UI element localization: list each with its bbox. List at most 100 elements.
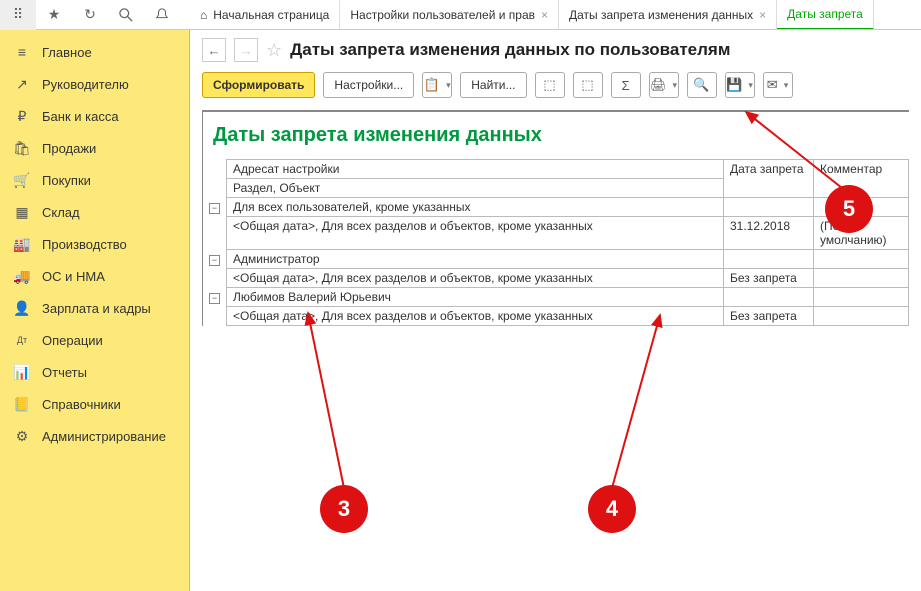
menu-icon: ≡ <box>14 44 30 60</box>
tree-collapse-icon[interactable]: − <box>209 203 220 214</box>
sidebar-item-production[interactable]: 🏭 Производство <box>0 228 189 260</box>
cell-recipient: Любимов Валерий Юрьевич <box>227 288 724 307</box>
tab-label: Настройки пользователей и прав <box>350 8 535 22</box>
gear-icon: ⚙ <box>14 428 30 444</box>
tab-label: Даты запрета <box>787 7 863 21</box>
factory-icon: 🏭 <box>14 236 30 252</box>
sidebar-item-label: Операции <box>42 333 103 348</box>
variants-button[interactable]: 📋 <box>422 72 452 98</box>
cart-icon: 🛒 <box>14 172 30 188</box>
cell-date: Без запрета <box>724 269 814 288</box>
preview-button[interactable]: 🔍 <box>687 72 717 98</box>
cell-comment <box>814 269 909 288</box>
close-icon[interactable]: × <box>759 8 766 22</box>
sum-button[interactable]: Σ <box>611 72 641 98</box>
sidebar-item-manager[interactable]: ↗ Руководителю <box>0 68 189 100</box>
sidebar-item-label: Продажи <box>42 141 96 156</box>
chart-up-icon: ↗ <box>14 76 30 92</box>
table-row[interactable]: <Общая дата>, Для всех разделов и объект… <box>203 217 909 250</box>
table-row[interactable]: <Общая дата>, Для всех разделов и объект… <box>203 307 909 326</box>
main-area: ← → ☆ Даты запрета изменения данных по п… <box>190 30 921 591</box>
annotation-marker-5: 5 <box>825 185 873 233</box>
sidebar-item-label: Банк и касса <box>42 109 119 124</box>
cell-date: 31.12.2018 <box>724 217 814 250</box>
table-header-row: Адресат настройки Дата запрета Комментар <box>203 160 909 179</box>
topbar: ⠿ ★ ↻ ⌂ Начальная страница Настройки пол… <box>0 0 921 30</box>
generate-button[interactable]: Сформировать <box>202 72 315 98</box>
annotation-marker-4: 4 <box>588 485 636 533</box>
sidebar-item-operations[interactable]: Дт Операции <box>0 324 189 356</box>
sidebar-item-label: Производство <box>42 237 127 252</box>
tab-user-settings[interactable]: Настройки пользователей и прав × <box>340 0 559 29</box>
annotation-marker-3: 3 <box>320 485 368 533</box>
cell-recipient: Администратор <box>227 250 724 269</box>
sidebar-item-label: Справочники <box>42 397 121 412</box>
cell-comment <box>814 307 909 326</box>
sidebar-item-sales[interactable]: 🛍Продажи <box>0 132 189 164</box>
sidebar-item-label: Склад <box>42 205 80 220</box>
tab-label: Даты запрета изменения данных <box>569 8 753 22</box>
nav-row: ← → ☆ Даты запрета изменения данных по п… <box>202 38 909 62</box>
close-icon[interactable]: × <box>541 8 548 22</box>
home-icon: ⌂ <box>200 8 207 22</box>
col-header-recipient: Адресат настройки <box>227 160 724 179</box>
topbar-system-buttons: ⠿ ★ ↻ <box>0 0 190 29</box>
boxes-icon: ▦ <box>14 204 30 220</box>
sidebar-item-reports[interactable]: 📊 Отчеты <box>0 356 189 388</box>
tab-label: Начальная страница <box>213 8 329 22</box>
send-button[interactable]: ✉ <box>763 72 793 98</box>
cell-section: <Общая дата>, Для всех разделов и объект… <box>227 269 724 288</box>
sidebar-item-bank[interactable]: ₽ Банк и касса <box>0 100 189 132</box>
tree-collapse-icon[interactable]: − <box>209 293 220 304</box>
table-row[interactable]: <Общая дата>, Для всех разделов и объект… <box>203 269 909 288</box>
toolbar: Сформировать Настройки... 📋 Найти... ⬚ ⬚… <box>202 72 909 98</box>
table-row[interactable]: − Любимов Валерий Юрьевич <box>203 288 909 307</box>
sidebar-item-label: Зарплата и кадры <box>42 301 151 316</box>
sidebar-item-label: Администрирование <box>42 429 166 444</box>
favorite-outline-icon[interactable]: ☆ <box>266 40 282 61</box>
sidebar-item-purchases[interactable]: 🛒Покупки <box>0 164 189 196</box>
save-button[interactable]: 💾 <box>725 72 755 98</box>
page-title: Даты запрета изменения данных по пользов… <box>290 40 730 60</box>
print-button[interactable]: 🖨 <box>649 72 679 98</box>
back-button[interactable]: ← <box>202 38 226 62</box>
person-icon: 👤 <box>14 300 30 316</box>
sidebar-item-label: Руководителю <box>42 77 129 92</box>
sidebar-item-label: Главное <box>42 45 92 60</box>
book-icon: 📒 <box>14 396 30 412</box>
sidebar-item-catalogs[interactable]: 📒 Справочники <box>0 388 189 420</box>
cell-date: Без запрета <box>724 307 814 326</box>
ruble-icon: ₽ <box>14 108 30 124</box>
tab-deny-dates[interactable]: Даты запрета изменения данных × <box>559 0 777 29</box>
tab-home[interactable]: ⌂ Начальная страница <box>190 0 340 29</box>
cell-recipient: Для всех пользователей, кроме указанных <box>227 198 724 217</box>
collapse-all-button[interactable]: ⬚ <box>573 72 603 98</box>
favorite-icon[interactable]: ★ <box>36 0 72 30</box>
table-row[interactable]: − Для всех пользователей, кроме указанны… <box>203 198 909 217</box>
col-header-date: Дата запрета <box>724 160 814 198</box>
sidebar: ≡ Главное ↗ Руководителю ₽ Банк и касса 🛍Пр… <box>0 30 190 591</box>
sidebar-item-main[interactable]: ≡ Главное <box>0 36 189 68</box>
sidebar-item-label: ОС и НМА <box>42 269 105 284</box>
table-row[interactable]: − Администратор <box>203 250 909 269</box>
sidebar-item-assets[interactable]: 🚚ОС и НМА <box>0 260 189 292</box>
sidebar-item-warehouse[interactable]: ▦ Склад <box>0 196 189 228</box>
expand-all-button[interactable]: ⬚ <box>535 72 565 98</box>
history-icon[interactable]: ↻ <box>72 0 108 30</box>
barchart-icon: 📊 <box>14 364 30 380</box>
sidebar-item-admin[interactable]: ⚙ Администрирование <box>0 420 189 452</box>
tabs-bar: ⌂ Начальная страница Настройки пользоват… <box>190 0 921 29</box>
find-button[interactable]: Найти... <box>460 72 526 98</box>
tree-collapse-icon[interactable]: − <box>209 255 220 266</box>
apps-icon[interactable]: ⠿ <box>0 0 36 30</box>
report-title: Даты запрета изменения данных <box>213 124 899 147</box>
sidebar-item-salary[interactable]: 👤 Зарплата и кадры <box>0 292 189 324</box>
dtkt-icon: Дт <box>14 332 30 348</box>
sidebar-item-label: Отчеты <box>42 365 87 380</box>
settings-button[interactable]: Настройки... <box>323 72 414 98</box>
bell-icon[interactable] <box>144 0 180 30</box>
search-icon[interactable] <box>108 0 144 30</box>
forward-button[interactable]: → <box>234 38 258 62</box>
cell-section: <Общая дата>, Для всех разделов и объект… <box>227 217 724 250</box>
tab-deny-dates-users[interactable]: Даты запрета <box>777 0 874 29</box>
